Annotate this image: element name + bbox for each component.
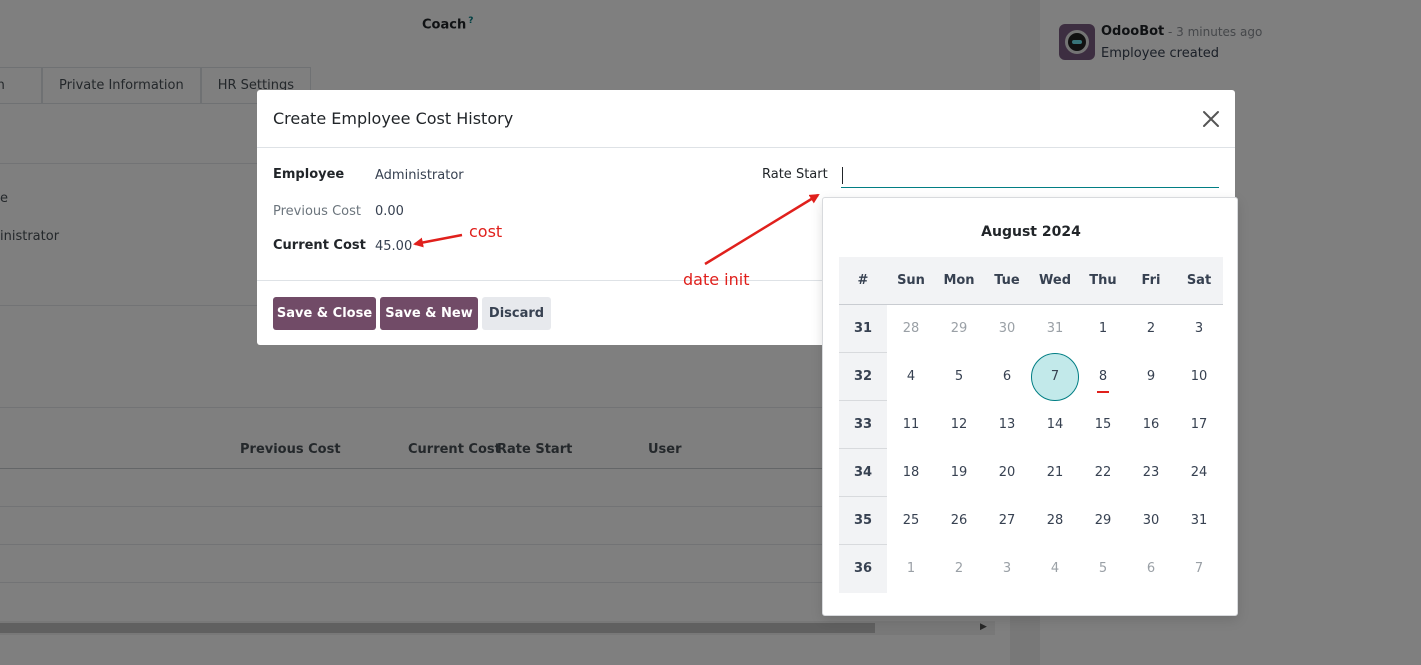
calendar-day[interactable]: 3 <box>1175 305 1223 353</box>
week-number: 36 <box>839 545 887 593</box>
calendar-day[interactable]: 24 <box>1175 449 1223 497</box>
calendar-day[interactable]: 5 <box>935 353 983 401</box>
calendar-day-selected[interactable]: 7 <box>1031 353 1079 401</box>
weekday-header: Sun <box>897 273 925 288</box>
calendar-day[interactable]: 30 <box>983 305 1031 353</box>
calendar-body: 31 28 29 30 31 1 2 3 32 4 5 6 7 8 9 10 33 11 12 13 14 15 16 17 3… <box>839 305 1223 593</box>
calendar-day[interactable]: 2 <box>1127 305 1175 353</box>
calendar-week-row: 35 25 26 27 28 29 30 31 <box>839 497 1223 545</box>
calendar-day[interactable]: 5 <box>1079 545 1127 593</box>
calendar-week-row: 31 28 29 30 31 1 2 3 <box>839 305 1223 353</box>
calendar-week-row: 34 18 19 20 21 22 23 24 <box>839 449 1223 497</box>
calendar-day[interactable]: 17 <box>1175 401 1223 449</box>
weekday-header: Tue <box>994 273 1020 288</box>
weekday-header: Fri <box>1141 273 1161 288</box>
weekday-header: Wed <box>1039 273 1071 288</box>
calendar-day[interactable]: 10 <box>1175 353 1223 401</box>
calendar-day[interactable]: 31 <box>1175 497 1223 545</box>
calendar-day[interactable]: 4 <box>1031 545 1079 593</box>
calendar-day[interactable]: 25 <box>887 497 935 545</box>
weekday-header: Mon <box>943 273 975 288</box>
calendar-week-row: 33 11 12 13 14 15 16 17 <box>839 401 1223 449</box>
calendar-day[interactable]: 27 <box>983 497 1031 545</box>
calendar-day[interactable]: 29 <box>935 305 983 353</box>
weekday-header: Thu <box>1089 273 1117 288</box>
week-number: 31 <box>839 305 887 353</box>
calendar-day[interactable]: 9 <box>1127 353 1175 401</box>
calendar-day[interactable]: 1 <box>1079 305 1127 353</box>
calendar-day[interactable]: 13 <box>983 401 1031 449</box>
calendar-day[interactable]: 14 <box>1031 401 1079 449</box>
calendar-day[interactable]: 15 <box>1079 401 1127 449</box>
week-number-header: # <box>857 273 869 288</box>
week-number: 34 <box>839 449 887 497</box>
calendar-header: # Sun Mon Tue Wed Thu Fri Sat <box>839 257 1223 305</box>
calendar-day[interactable]: 28 <box>887 305 935 353</box>
calendar-day[interactable]: 7 <box>1175 545 1223 593</box>
calendar-week-row: 36 1 2 3 4 5 6 7 <box>839 545 1223 593</box>
calendar-day[interactable]: 19 <box>935 449 983 497</box>
calendar-day[interactable]: 3 <box>983 545 1031 593</box>
calendar-day[interactable]: 31 <box>1031 305 1079 353</box>
week-number: 33 <box>839 401 887 449</box>
month-title[interactable]: August 2024 <box>823 224 1239 240</box>
calendar-day[interactable]: 1 <box>887 545 935 593</box>
date-picker-popover: August 2024 # Sun Mon Tue Wed Thu Fri Sa… <box>822 197 1238 616</box>
weekday-header: Sat <box>1186 273 1212 288</box>
week-number: 35 <box>839 497 887 545</box>
cost-annotation: cost <box>469 222 503 241</box>
cost-arrow <box>413 233 463 248</box>
week-number: 32 <box>839 353 887 401</box>
calendar-day[interactable]: 4 <box>887 353 935 401</box>
calendar-day[interactable]: 16 <box>1127 401 1175 449</box>
calendar-day[interactable]: 30 <box>1127 497 1175 545</box>
calendar-day[interactable]: 6 <box>1127 545 1175 593</box>
calendar-day[interactable]: 6 <box>983 353 1031 401</box>
calendar-week-row: 32 4 5 6 7 8 9 10 <box>839 353 1223 401</box>
calendar-day-today[interactable]: 8 <box>1079 353 1127 401</box>
calendar-day[interactable]: 23 <box>1127 449 1175 497</box>
date-init-arrow <box>704 193 820 266</box>
calendar-day[interactable]: 21 <box>1031 449 1079 497</box>
calendar-day[interactable]: 12 <box>935 401 983 449</box>
calendar-day[interactable]: 28 <box>1031 497 1079 545</box>
date-init-annotation: date init <box>683 270 750 289</box>
calendar-day[interactable]: 26 <box>935 497 983 545</box>
calendar-day[interactable]: 22 <box>1079 449 1127 497</box>
calendar-day[interactable]: 11 <box>887 401 935 449</box>
calendar-day[interactable]: 20 <box>983 449 1031 497</box>
calendar-grid: # Sun Mon Tue Wed Thu Fri Sat 31 28 29 30 31… <box>839 257 1223 593</box>
calendar-day[interactable]: 2 <box>935 545 983 593</box>
calendar-day[interactable]: 29 <box>1079 497 1127 545</box>
calendar-day[interactable]: 18 <box>887 449 935 497</box>
